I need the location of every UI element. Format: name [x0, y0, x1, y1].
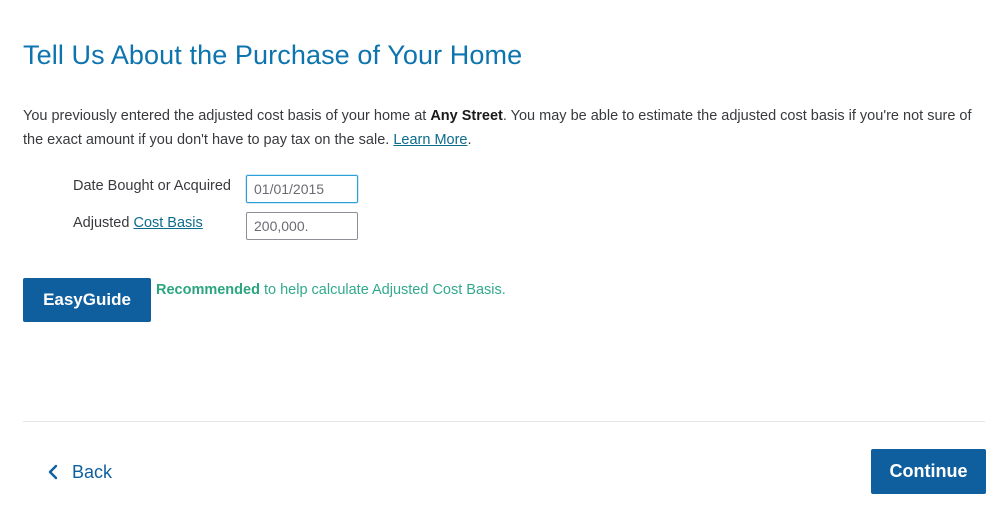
intro-paragraph: You previously entered the adjusted cost…	[23, 104, 983, 152]
date-acquired-input[interactable]	[246, 175, 358, 203]
cost-basis-label-prefix: Adjusted	[73, 215, 134, 231]
intro-text-before: You previously entered the adjusted cost…	[23, 108, 431, 124]
learn-more-link[interactable]: Learn More	[393, 132, 467, 148]
continue-button[interactable]: Continue	[871, 449, 986, 494]
home-address: Any Street	[430, 108, 503, 124]
cost-basis-input[interactable]	[246, 212, 358, 240]
recommendation-text: to help calculate Adjusted Cost Basis.	[259, 282, 506, 298]
back-button[interactable]: Back	[42, 456, 118, 488]
easyguide-recommendation: Recommended to help calculate Adjusted C…	[156, 282, 506, 298]
chevron-left-icon	[48, 464, 58, 480]
easyguide-button[interactable]: EasyGuide	[23, 278, 151, 322]
recommended-label: Recommended	[156, 282, 260, 298]
back-label: Back	[72, 461, 113, 482]
cost-basis-link[interactable]: Cost Basis	[133, 215, 202, 231]
intro-trailing: .	[467, 132, 472, 148]
cost-basis-label: Adjusted Cost Basis	[73, 215, 203, 231]
page-title: Tell Us About the Purchase of Your Home	[23, 40, 523, 70]
footer-divider	[23, 421, 985, 422]
date-acquired-label: Date Bought or Acquired	[73, 178, 231, 194]
